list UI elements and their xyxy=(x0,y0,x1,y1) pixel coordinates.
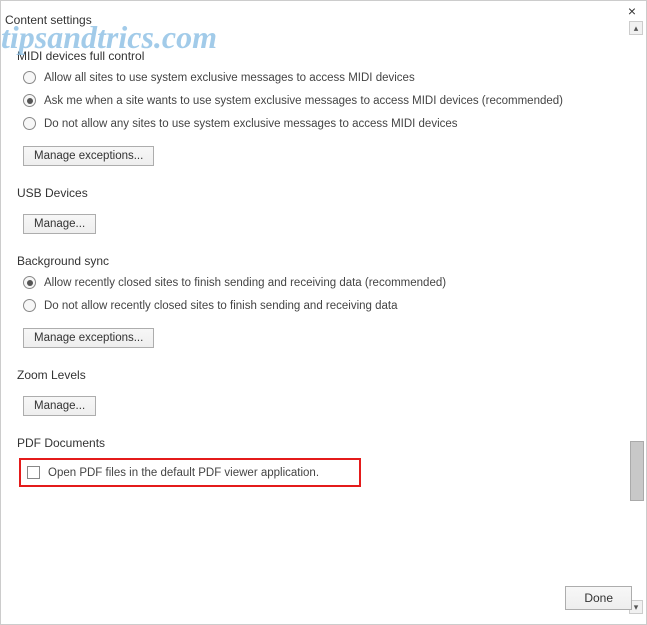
scrollbar[interactable]: ▴ ▾ xyxy=(629,21,644,614)
radio-label: Ask me when a site wants to use system e… xyxy=(44,95,563,107)
radio-bgsync-allow[interactable]: Allow recently closed sites to finish se… xyxy=(23,276,628,289)
section-zoom: Zoom Levels Manage... xyxy=(17,368,628,418)
radio-label: Do not allow any sites to use system exc… xyxy=(44,118,458,130)
highlight-box: Open PDF files in the default PDF viewer… xyxy=(19,458,361,487)
radio-midi-ask[interactable]: Ask me when a site wants to use system e… xyxy=(23,94,628,107)
dialog-title: Content settings xyxy=(1,11,628,35)
section-bgsync: Background sync Allow recently closed si… xyxy=(17,254,628,350)
radio-icon xyxy=(23,117,36,130)
section-usb: USB Devices Manage... xyxy=(17,186,628,236)
close-icon[interactable]: × xyxy=(628,3,636,19)
manage-exceptions-midi-button[interactable]: Manage exceptions... xyxy=(23,146,154,166)
section-pdf: PDF Documents Open PDF files in the defa… xyxy=(17,436,628,487)
section-heading-usb: USB Devices xyxy=(17,186,628,200)
radio-label: Allow recently closed sites to finish se… xyxy=(44,277,446,289)
radio-icon xyxy=(23,276,36,289)
dialog-frame: × ▴ ▾ Content settings tipsandtrics.com … xyxy=(0,0,647,625)
radio-midi-allow-all[interactable]: Allow all sites to use system exclusive … xyxy=(23,71,628,84)
radio-label: Allow all sites to use system exclusive … xyxy=(44,72,415,84)
section-heading-pdf: PDF Documents xyxy=(17,436,628,450)
radio-icon xyxy=(23,71,36,84)
radio-icon xyxy=(23,299,36,312)
checkbox-pdf-default-viewer[interactable]: Open PDF files in the default PDF viewer… xyxy=(27,466,319,479)
checkbox-icon xyxy=(27,466,40,479)
content-area: Content settings tipsandtrics.com MIDI d… xyxy=(1,11,628,564)
section-heading-zoom: Zoom Levels xyxy=(17,368,628,382)
section-midi: MIDI devices full control Allow all site… xyxy=(17,49,628,168)
radio-bgsync-block[interactable]: Do not allow recently closed sites to fi… xyxy=(23,299,628,312)
section-heading-midi: MIDI devices full control xyxy=(17,49,628,63)
radio-icon xyxy=(23,94,36,107)
checkbox-label: Open PDF files in the default PDF viewer… xyxy=(48,467,319,479)
manage-exceptions-bgsync-button[interactable]: Manage exceptions... xyxy=(23,328,154,348)
scroll-up-icon[interactable]: ▴ xyxy=(629,21,643,35)
radio-label: Do not allow recently closed sites to fi… xyxy=(44,300,398,312)
done-button[interactable]: Done xyxy=(565,586,632,610)
scroll-thumb[interactable] xyxy=(630,441,644,501)
manage-zoom-button[interactable]: Manage... xyxy=(23,396,96,416)
radio-midi-block[interactable]: Do not allow any sites to use system exc… xyxy=(23,117,628,130)
section-heading-bgsync: Background sync xyxy=(17,254,628,268)
manage-usb-button[interactable]: Manage... xyxy=(23,214,96,234)
